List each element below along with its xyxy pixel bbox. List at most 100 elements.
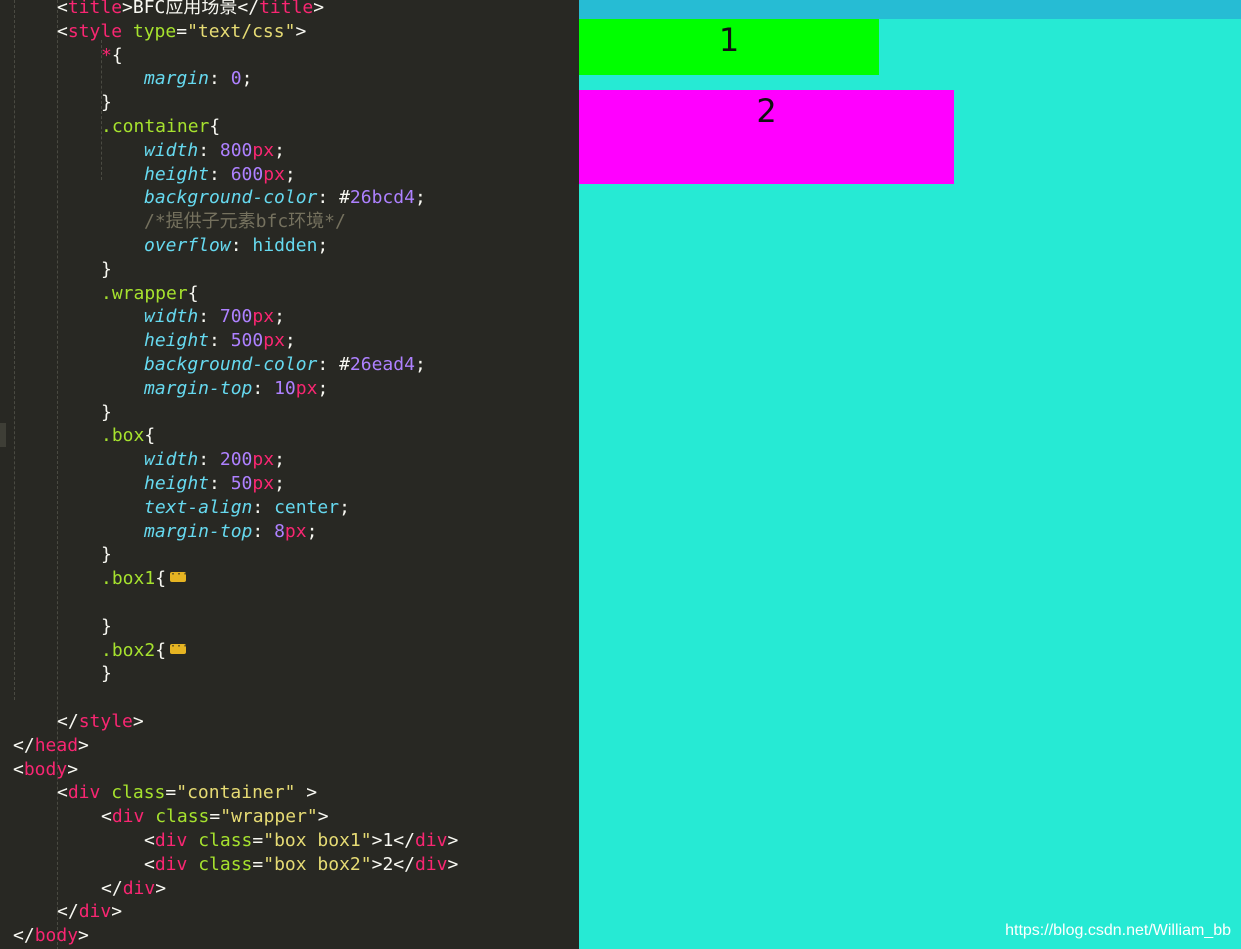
code-token: 0 <box>230 68 242 90</box>
code-token: title <box>259 0 314 18</box>
code-token: > <box>111 901 123 923</box>
code-line: text-align: center; <box>144 496 350 520</box>
code-token: > <box>313 0 325 18</box>
code-token: px <box>263 163 285 185</box>
code-line: *{ <box>101 44 123 68</box>
code-token: style <box>78 711 133 732</box>
code-token: </ <box>57 711 79 732</box>
code-token: : <box>252 496 275 518</box>
code-token: < <box>144 830 155 851</box>
code-token: center <box>274 496 340 518</box>
code-token: div <box>414 853 448 875</box>
code-token: margin <box>144 68 210 90</box>
code-token: .box <box>101 425 145 447</box>
code-line: } <box>101 543 112 567</box>
code-line: <div class="box box1">1</div> <box>144 829 458 853</box>
gutter-marker <box>0 423 6 447</box>
code-token: ; <box>414 354 426 375</box>
code-editor[interactable]: <title>BFC应用场景</title> <style type="text/… <box>0 0 579 949</box>
code-token: : # <box>317 187 350 209</box>
code-token: > <box>447 853 459 875</box>
code-token: 8 <box>274 520 285 542</box>
code-token: : <box>230 235 253 256</box>
code-line: width: 200px; <box>144 448 285 472</box>
code-line: <title>BFC应用场景</title> <box>57 0 324 20</box>
code-token: 50 <box>230 473 253 494</box>
code-token: style <box>67 20 123 42</box>
code-token: = <box>209 806 221 828</box>
code-token: /*提供子元素bfc环境*/ <box>144 211 346 233</box>
code-line: background-color: #26bcd4; <box>144 186 426 210</box>
code-token: } <box>101 544 112 566</box>
code-token: div <box>154 830 188 851</box>
code-token: height <box>144 163 210 185</box>
code-token: class <box>111 782 166 804</box>
code-token: } <box>101 258 112 280</box>
code-token: px <box>252 449 275 471</box>
code-token: : <box>209 163 231 185</box>
code-token: height <box>144 473 210 494</box>
fold-ellipsis-icon[interactable]: ··· <box>170 570 188 583</box>
code-token: height <box>144 330 210 352</box>
code-token: background-color <box>144 187 318 209</box>
code-line: } <box>101 91 112 115</box>
code-token: div <box>67 782 101 804</box>
code-line: height: 600px; <box>144 163 296 187</box>
code-token: : <box>198 306 220 328</box>
code-token: ; <box>274 473 285 494</box>
code-line: width: 700px; <box>144 305 285 329</box>
code-token: ; <box>414 187 426 209</box>
code-line: </style> <box>57 710 144 734</box>
code-token: "wrapper" <box>220 806 318 828</box>
code-token: > <box>155 877 167 899</box>
code-token: > <box>295 782 318 804</box>
code-token: margin-top <box>144 520 253 542</box>
code-line: </div> <box>57 900 122 924</box>
code-token: : <box>198 449 220 471</box>
code-token: ; <box>241 68 253 90</box>
code-token: ; <box>274 306 285 328</box>
code-token: body <box>34 925 79 947</box>
code-token: ; <box>339 496 350 518</box>
code-token: 600 <box>230 163 264 185</box>
code-line: /*提供子元素bfc环境*/ <box>144 210 346 234</box>
code-token: width <box>144 139 199 161</box>
code-token: width <box>144 449 199 471</box>
code-line: <div class="container" > <box>57 781 317 805</box>
code-token: div <box>414 830 448 851</box>
code-line: margin: 0; <box>144 67 252 91</box>
code-token: ; <box>284 330 296 352</box>
code-token: > <box>78 925 89 947</box>
code-token: ; <box>284 163 296 185</box>
code-token: .container <box>101 116 210 137</box>
code-token: type <box>132 20 177 42</box>
code-line: width: 800px; <box>144 139 285 163</box>
code-token: = <box>252 853 264 875</box>
code-token: class <box>198 830 253 851</box>
code-line: .box1{··· <box>101 567 188 591</box>
code-line: <style type="text/css"> <box>57 20 306 44</box>
code-token: px <box>252 139 275 161</box>
fold-ellipsis-icon[interactable]: ··· <box>170 641 188 654</box>
indent-guide <box>14 0 15 700</box>
code-token: px <box>263 330 285 352</box>
code-token: > <box>295 20 307 42</box>
indent-guide <box>57 0 58 949</box>
box2: 2 <box>579 90 954 184</box>
code-line: } <box>101 258 112 282</box>
box1: 1 <box>579 19 879 75</box>
code-token: * <box>101 44 112 66</box>
code-line: background-color: #26ead4; <box>144 353 426 377</box>
code-token: div <box>78 901 112 923</box>
code-token: .wrapper <box>101 282 188 304</box>
code-token: background-color <box>144 354 318 375</box>
code-token: 26bcd4 <box>349 187 415 209</box>
box2-label: 2 <box>756 92 777 130</box>
code-token: "container" <box>176 782 296 804</box>
code-line: </body> <box>13 924 89 948</box>
code-token: div <box>122 877 156 899</box>
code-token: { <box>144 425 156 447</box>
